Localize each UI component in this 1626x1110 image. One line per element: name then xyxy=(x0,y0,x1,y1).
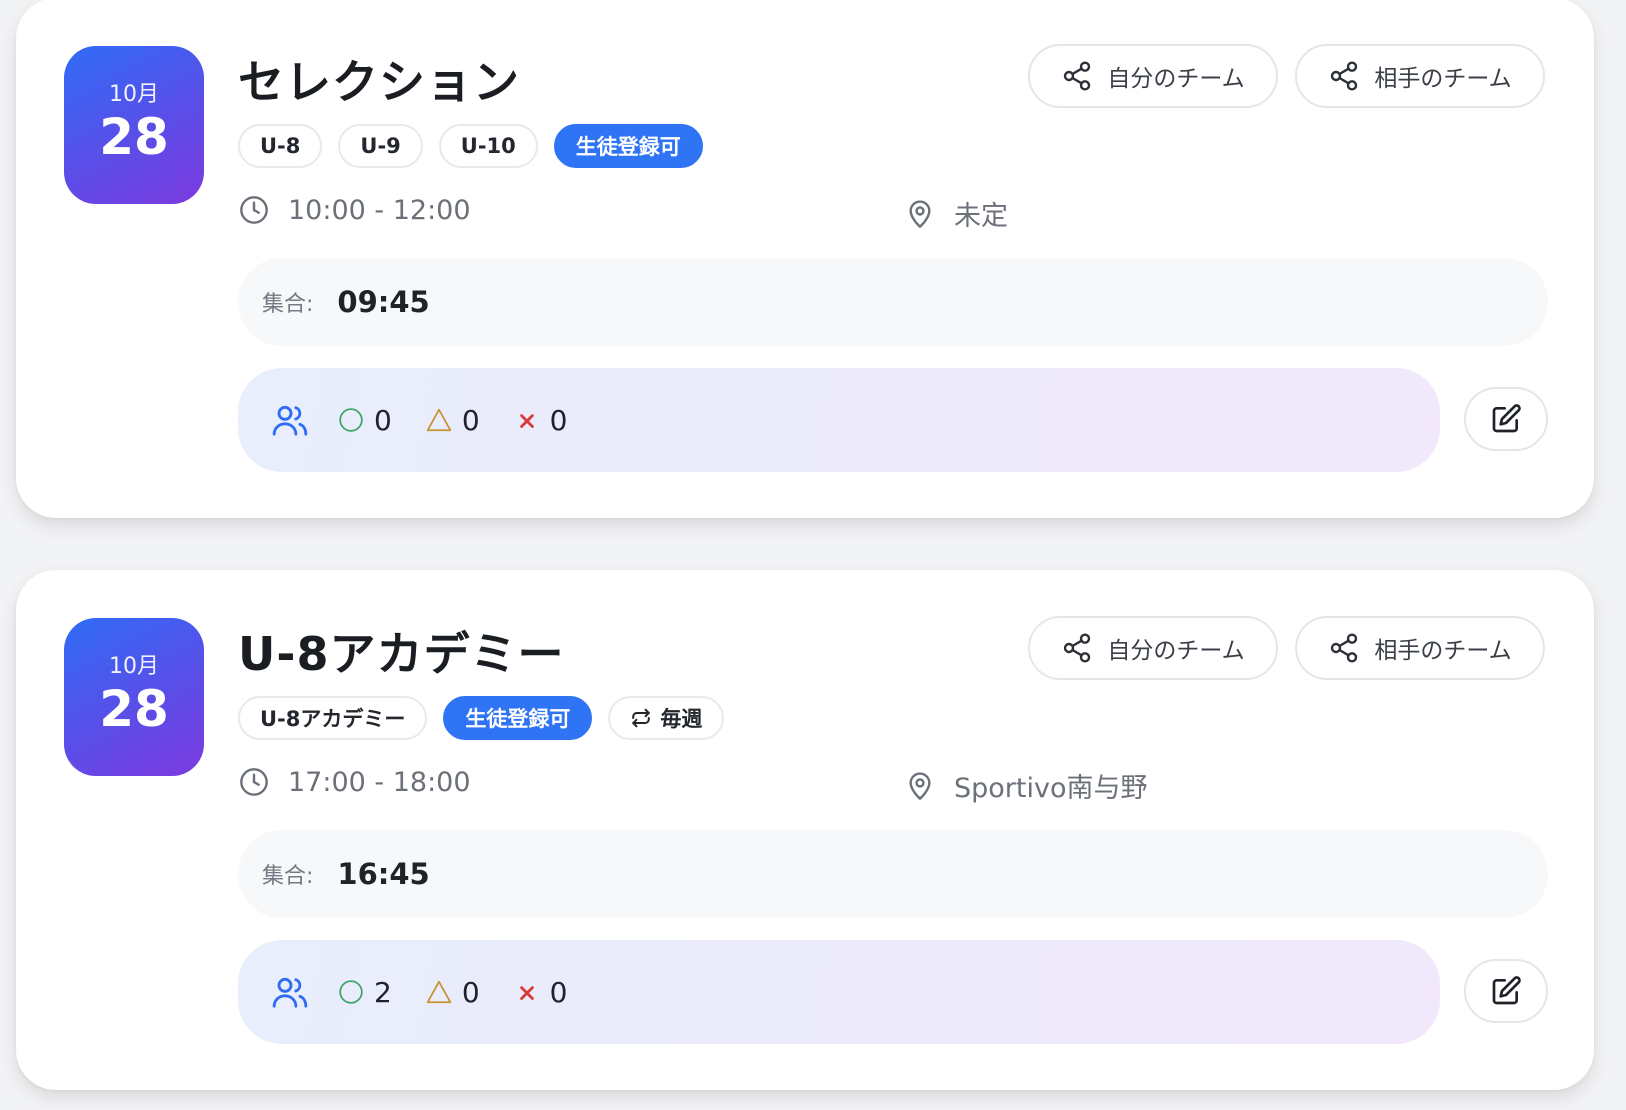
location-name: 未定 xyxy=(954,201,1008,232)
attend-yes-count: 2 xyxy=(338,976,392,1009)
share-own-team-label: 自分のチーム xyxy=(1107,638,1245,664)
event-list: 10月 28 セレクション 自分のチーム 相手のチーム U-8 U-9 U-10… xyxy=(0,0,1626,1110)
edit-icon xyxy=(1492,404,1521,433)
gathering-label: 集合: xyxy=(262,864,314,889)
share-own-team-button[interactable]: 自分のチーム xyxy=(1028,616,1278,680)
clock-icon xyxy=(240,768,268,796)
tag-list: U-8アカデミー 生徒登録可 毎週 xyxy=(238,696,725,740)
edit-button[interactable] xyxy=(1464,959,1548,1023)
event-time: 17:00 - 18:00 xyxy=(238,766,471,798)
edit-icon xyxy=(1492,976,1521,1005)
attend-maybe-value: 0 xyxy=(461,975,480,1009)
time-range: 10:00 - 12:00 xyxy=(288,194,471,226)
attend-no-count: 0 xyxy=(514,403,568,437)
share-own-team-label: 自分のチーム xyxy=(1107,66,1245,92)
date-day: 28 xyxy=(99,108,169,166)
recurrence-tag: 毎週 xyxy=(608,696,725,740)
gathering-time-box: 集合: 09:45 xyxy=(238,258,1548,346)
circle-icon xyxy=(339,980,363,1004)
event-card[interactable]: 10月 28 U-8アカデミー 自分のチーム 相手のチーム U-8アカデミー 生… xyxy=(16,570,1594,1090)
date-badge: 10月 28 xyxy=(64,618,204,776)
share-opponent-team-label: 相手のチーム xyxy=(1374,638,1512,664)
share-icon xyxy=(1331,633,1358,663)
attend-maybe-value: 0 xyxy=(461,403,480,437)
attend-no-value: 0 xyxy=(549,403,568,437)
share-opponent-team-button[interactable]: 相手のチーム xyxy=(1295,616,1545,680)
share-own-team-button[interactable]: 自分のチーム xyxy=(1028,44,1278,108)
gathering-time-box: 集合: 16:45 xyxy=(238,830,1548,918)
attend-yes-value: 2 xyxy=(374,975,392,1009)
location-name: Sportivo南与野 xyxy=(954,773,1148,804)
users-icon xyxy=(272,977,308,1008)
date-month: 10月 xyxy=(109,654,159,679)
attend-yes-value: 0 xyxy=(374,403,392,437)
circle-icon xyxy=(339,408,363,432)
attend-no-value: 0 xyxy=(549,975,568,1009)
date-badge: 10月 28 xyxy=(64,46,204,204)
gathering-time: 09:45 xyxy=(337,285,430,319)
attend-maybe-count: 0 xyxy=(426,404,480,437)
student-registration-badge: 生徒登録可 xyxy=(443,696,593,740)
triangle-icon xyxy=(426,980,452,1004)
date-month: 10月 xyxy=(109,82,159,107)
gathering-time: 16:45 xyxy=(337,857,430,891)
attendance-summary[interactable]: 0 0 0 xyxy=(238,368,1440,472)
date-day: 28 xyxy=(99,680,169,738)
triangle-icon xyxy=(426,408,452,432)
share-icon xyxy=(1064,61,1091,91)
time-range: 17:00 - 18:00 xyxy=(288,766,471,798)
attendance-summary[interactable]: 2 0 0 xyxy=(238,940,1440,1044)
age-tag: U-8 xyxy=(238,124,323,168)
share-icon xyxy=(1331,61,1358,91)
users-icon xyxy=(272,405,308,436)
edit-button[interactable] xyxy=(1464,387,1548,451)
cross-icon xyxy=(519,986,534,1000)
share-opponent-team-label: 相手のチーム xyxy=(1374,66,1512,92)
map-pin-icon xyxy=(909,771,931,800)
student-registration-badge: 生徒登録可 xyxy=(553,124,703,168)
clock-icon xyxy=(240,196,268,224)
attend-no-count: 0 xyxy=(514,975,568,1009)
event-title: U-8アカデミー xyxy=(238,627,565,681)
event-location: Sportivo南与野 xyxy=(904,766,1147,805)
event-location: 未定 xyxy=(904,194,1008,233)
event-time: 10:00 - 12:00 xyxy=(238,194,471,226)
recurrence-label: 毎週 xyxy=(660,707,703,731)
share-opponent-team-button[interactable]: 相手のチーム xyxy=(1295,44,1545,108)
event-title: セレクション xyxy=(238,55,520,109)
cross-icon xyxy=(519,414,534,428)
tag-list: U-8 U-9 U-10 生徒登録可 xyxy=(238,124,703,168)
attend-maybe-count: 0 xyxy=(426,976,480,1009)
age-tag: U-8アカデミー xyxy=(238,696,428,740)
attend-yes-count: 0 xyxy=(338,404,392,437)
event-card[interactable]: 10月 28 セレクション 自分のチーム 相手のチーム U-8 U-9 U-10… xyxy=(16,0,1594,518)
repeat-icon xyxy=(632,708,651,728)
map-pin-icon xyxy=(909,199,931,228)
share-icon xyxy=(1064,633,1091,663)
age-tag: U-10 xyxy=(438,124,538,168)
gathering-label: 集合: xyxy=(262,292,314,317)
age-tag: U-9 xyxy=(338,124,423,168)
